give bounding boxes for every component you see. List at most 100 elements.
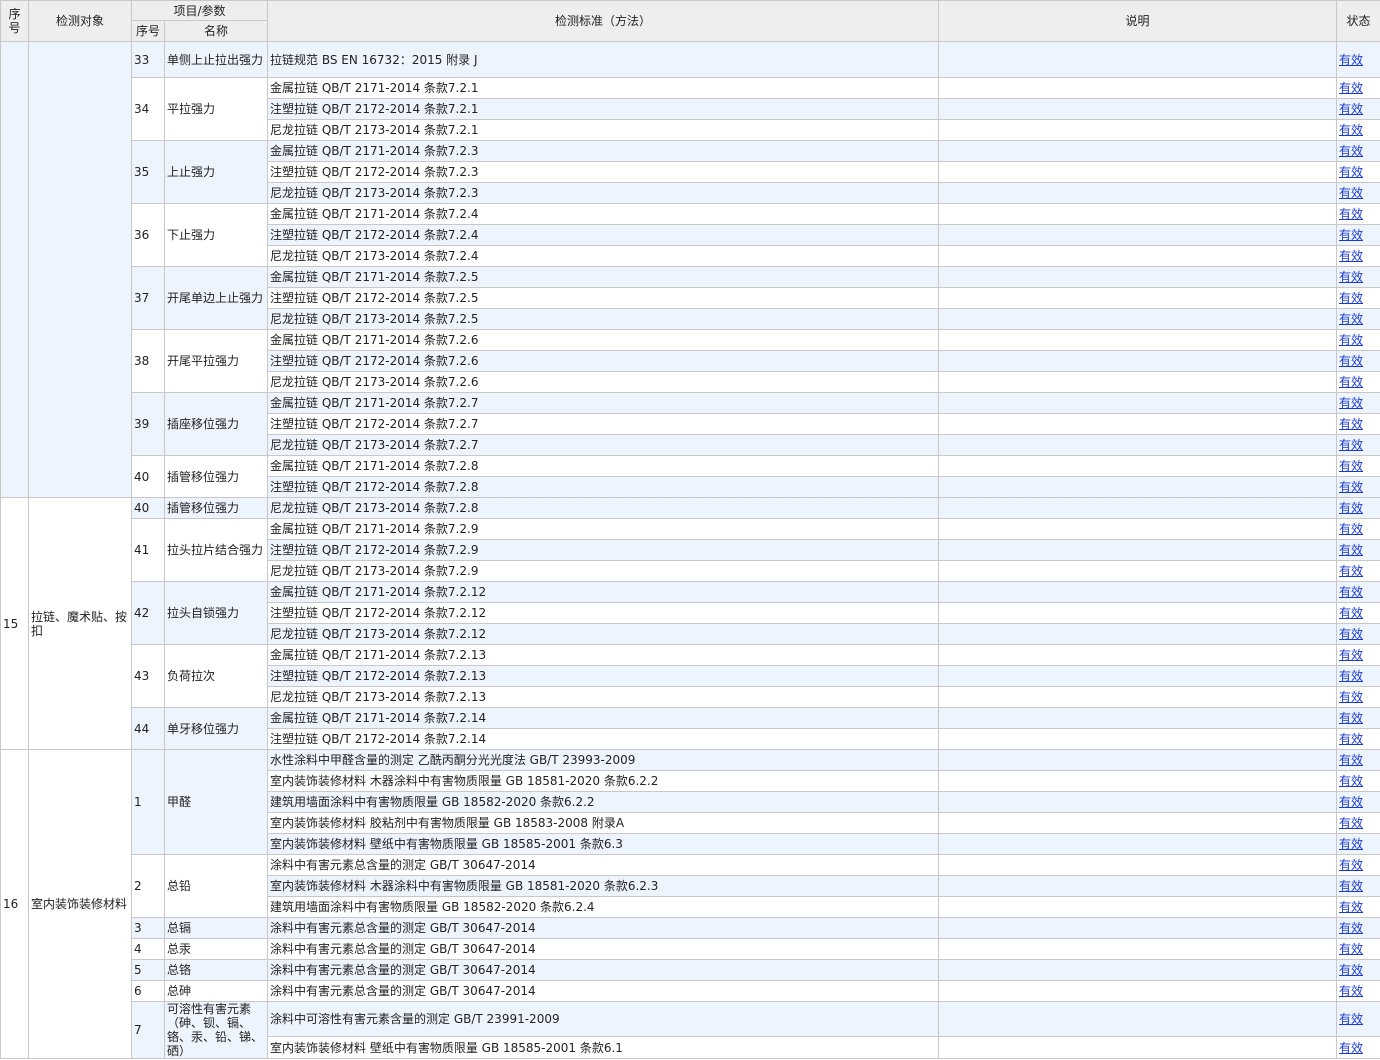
item-name: 负荷拉次	[163, 644, 269, 708]
item-name: 总铅	[163, 854, 269, 918]
status-link[interactable]: 有效	[1339, 585, 1363, 599]
standard-cell: 注塑拉链 QB/T 2172-2014 条款7.2.4	[267, 224, 940, 246]
standard-cell: 涂料中可溶性有害元素含量的测定 GB/T 23991-2009	[267, 1000, 940, 1038]
note-cell	[938, 728, 1338, 750]
status-link[interactable]: 有效	[1339, 753, 1363, 767]
status-link[interactable]: 有效	[1339, 711, 1363, 725]
status-link[interactable]: 有效	[1339, 522, 1363, 536]
status-link[interactable]: 有效	[1339, 837, 1363, 851]
status-link[interactable]: 有效	[1339, 900, 1363, 914]
status-link[interactable]: 有效	[1339, 627, 1363, 641]
status-link[interactable]: 有效	[1339, 249, 1363, 263]
note-cell	[938, 581, 1338, 603]
standard-cell: 尼龙拉链 QB/T 2173-2014 条款7.2.1	[267, 119, 940, 141]
status-cell: 有效	[1336, 1000, 1380, 1038]
status-link[interactable]: 有效	[1339, 501, 1363, 515]
status-cell: 有效	[1336, 560, 1380, 582]
item-no: 1	[131, 749, 165, 855]
table-row: 2 总铅 涂料中有害元素总含量的测定 GB/T 30647-2014 有效	[1, 854, 1380, 918]
header-project-param: 项目/参数	[130, 0, 269, 21]
status-link[interactable]: 有效	[1339, 102, 1363, 116]
note-cell	[938, 644, 1338, 666]
status-link[interactable]: 有效	[1339, 816, 1363, 830]
status-link[interactable]: 有效	[1339, 963, 1363, 977]
standard-cell: 金属拉链 QB/T 2171-2014 条款7.2.5	[267, 266, 940, 288]
standard-cell: 拉链规范 BS EN 16732：2015 附录 J	[267, 41, 940, 78]
status-link[interactable]: 有效	[1339, 543, 1363, 557]
standard-cell: 注塑拉链 QB/T 2172-2014 条款7.2.14	[267, 728, 940, 750]
standard-cell: 注塑拉链 QB/T 2172-2014 条款7.2.6	[267, 350, 940, 372]
status-link[interactable]: 有效	[1339, 417, 1363, 431]
status-link[interactable]: 有效	[1339, 312, 1363, 326]
standard-cell: 尼龙拉链 QB/T 2173-2014 条款7.2.9	[267, 560, 940, 582]
status-link[interactable]: 有效	[1339, 123, 1363, 137]
standard-cell: 金属拉链 QB/T 2171-2014 条款7.2.4	[267, 203, 940, 225]
status-link[interactable]: 有效	[1339, 270, 1363, 284]
status-cell: 有效	[1336, 938, 1380, 960]
status-cell: 有效	[1336, 770, 1380, 792]
status-link[interactable]: 有效	[1339, 858, 1363, 872]
status-link[interactable]: 有效	[1339, 228, 1363, 242]
status-link[interactable]: 有效	[1339, 606, 1363, 620]
item-no: 40	[131, 455, 165, 498]
group-seq: 16	[0, 749, 29, 1059]
status-link[interactable]: 有效	[1339, 774, 1363, 788]
status-link[interactable]: 有效	[1339, 165, 1363, 179]
note-cell	[938, 602, 1338, 624]
item-no: 2	[131, 854, 165, 918]
status-link[interactable]: 有效	[1339, 879, 1363, 893]
note-cell	[938, 161, 1338, 183]
status-link[interactable]: 有效	[1339, 732, 1363, 746]
note-cell	[938, 434, 1338, 456]
status-link[interactable]: 有效	[1339, 53, 1363, 67]
status-cell: 有效	[1336, 266, 1380, 288]
item-name: 总汞	[163, 938, 269, 960]
status-cell: 有效	[1336, 917, 1380, 939]
status-link[interactable]: 有效	[1339, 795, 1363, 809]
note-cell	[938, 266, 1338, 288]
table-row: 43 负荷拉次 金属拉链 QB/T 2171-2014 条款7.2.13 有效	[1, 644, 1380, 708]
status-link[interactable]: 有效	[1339, 1012, 1363, 1026]
status-link[interactable]: 有效	[1339, 921, 1363, 935]
header-status: 状态	[1336, 0, 1380, 42]
status-link[interactable]: 有效	[1339, 480, 1363, 494]
item-no: 7	[131, 1001, 165, 1059]
status-link[interactable]: 有效	[1339, 333, 1363, 347]
item-no: 4	[131, 938, 165, 960]
status-link[interactable]: 有效	[1339, 291, 1363, 305]
status-link[interactable]: 有效	[1339, 354, 1363, 368]
status-link[interactable]: 有效	[1339, 207, 1363, 221]
standard-cell: 建筑用墙面涂料中有害物质限量 GB 18582-2020 条款6.2.2	[267, 791, 940, 813]
status-cell: 有效	[1336, 581, 1380, 603]
status-cell: 有效	[1336, 455, 1380, 477]
status-cell: 有效	[1336, 791, 1380, 813]
status-link[interactable]: 有效	[1339, 459, 1363, 473]
note-cell	[938, 833, 1338, 855]
status-link[interactable]: 有效	[1339, 186, 1363, 200]
status-link[interactable]: 有效	[1339, 648, 1363, 662]
note-cell	[938, 476, 1338, 498]
status-link[interactable]: 有效	[1339, 396, 1363, 410]
status-link[interactable]: 有效	[1339, 942, 1363, 956]
status-cell: 有效	[1336, 476, 1380, 498]
status-link[interactable]: 有效	[1339, 438, 1363, 452]
standard-cell: 尼龙拉链 QB/T 2173-2014 条款7.2.3	[267, 182, 940, 204]
standard-cell: 金属拉链 QB/T 2171-2014 条款7.2.12	[267, 581, 940, 603]
standard-cell: 尼龙拉链 QB/T 2173-2014 条款7.2.13	[267, 686, 940, 708]
status-link[interactable]: 有效	[1339, 81, 1363, 95]
status-cell: 有效	[1336, 308, 1380, 330]
standard-cell: 水性涂料中甲醛含量的测定 乙酰丙酮分光光度法 GB/T 23993-2009	[267, 749, 940, 771]
status-link[interactable]: 有效	[1339, 564, 1363, 578]
status-link[interactable]: 有效	[1339, 690, 1363, 704]
item-no: 6	[131, 980, 165, 1002]
status-cell: 有效	[1336, 371, 1380, 393]
note-cell	[938, 497, 1338, 519]
status-link[interactable]: 有效	[1339, 984, 1363, 998]
note-cell	[938, 959, 1338, 981]
item-name: 可溶性有害元素（砷、钡、镉、铬、汞、铅、锑、硒）	[163, 1001, 269, 1059]
status-cell: 有效	[1336, 686, 1380, 708]
status-link[interactable]: 有效	[1339, 1041, 1363, 1055]
status-link[interactable]: 有效	[1339, 669, 1363, 683]
status-link[interactable]: 有效	[1339, 375, 1363, 389]
status-link[interactable]: 有效	[1339, 144, 1363, 158]
